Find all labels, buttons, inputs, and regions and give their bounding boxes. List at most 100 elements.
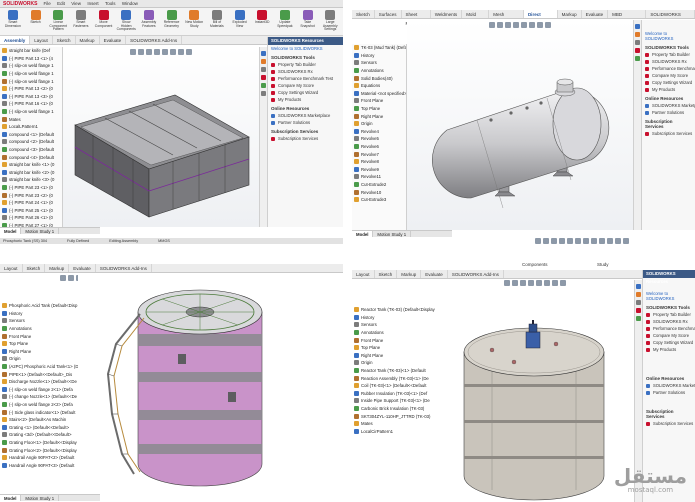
command-tab[interactable]: Markup: [397, 270, 422, 278]
tree-item[interactable]: Cut-Extrude2: [352, 181, 406, 189]
tree-item[interactable]: Rubber Insulation (TK-03)<1> (Def: [352, 390, 436, 398]
tree-item[interactable]: LocalCirPattern1: [352, 428, 436, 436]
tree-item[interactable]: Annotations: [0, 325, 78, 333]
tree-item[interactable]: (-) slip-on weld flange 2<1> (Defa: [0, 386, 78, 394]
study-label[interactable]: Study: [597, 262, 609, 267]
tree-item[interactable]: Reactor Tank (TK-03) (Default<Display: [352, 306, 436, 314]
tool-item[interactable]: My Products: [642, 86, 695, 93]
task-pane-tabs[interactable]: [633, 20, 641, 230]
ribbon-button[interactable]: Sketch: [26, 10, 46, 32]
command-tab[interactable]: Markup: [45, 264, 70, 272]
welcome-link[interactable]: Welcome to SOLIDWORKS: [643, 290, 695, 302]
tree-item[interactable]: Cut-Extrude3: [352, 196, 406, 204]
tree-item[interactable]: Revolve8: [352, 158, 406, 166]
tree-item[interactable]: compound <4> (Default: [0, 153, 62, 161]
tree-item[interactable]: Grating Floor<2> (Default<<Display: [0, 446, 78, 454]
tree-item[interactable]: Origin: [0, 355, 78, 363]
tree-item[interactable]: Solid Bodies(40): [352, 74, 406, 82]
tool-item[interactable]: My Products: [643, 346, 695, 353]
command-tab[interactable]: Sketch: [53, 36, 76, 44]
tool-item[interactable]: Performance Benchmark Test: [643, 325, 695, 332]
command-tab[interactable]: SOLIDWORKS Add-Ins: [96, 264, 152, 272]
ribbon-button[interactable]: Smart Fasteners: [71, 10, 91, 32]
tree-item[interactable]: Top Plane: [0, 340, 78, 348]
graphics-area[interactable]: [63, 47, 259, 227]
tree-item[interactable]: (-) change Nozzle<1> (Default<<De: [0, 393, 78, 401]
command-tab[interactable]: Direct Editing: [523, 10, 558, 26]
tab-model[interactable]: Model: [352, 231, 374, 237]
ribbon-button[interactable]: Show Hidden Components: [116, 10, 136, 32]
tab-motion-study[interactable]: Motion Study 1: [373, 231, 412, 237]
command-tab[interactable]: Surfaces: [375, 10, 402, 18]
command-tab[interactable]: Mesh Modeling: [489, 10, 524, 26]
tree-item[interactable]: Top Plane: [352, 344, 436, 352]
tree-item[interactable]: Top Plane: [352, 105, 406, 113]
tree-item[interactable]: (-) PIPE Part 25 <1> (0: [0, 206, 62, 214]
tree-item[interactable]: History: [0, 310, 78, 318]
tab-motion-study[interactable]: Motion Study 1: [21, 228, 60, 234]
command-tab[interactable]: Layout: [30, 36, 53, 44]
ribbon-button[interactable]: Instant3D: [252, 10, 272, 32]
status-units[interactable]: MMGS: [158, 238, 170, 244]
command-tab[interactable]: SOLIDWORKS Add-Ins: [448, 270, 504, 278]
tree-item[interactable]: Phosphoric Acid Tank (Default<Disp: [0, 302, 78, 310]
tree-item[interactable]: Right Plane: [352, 352, 436, 360]
tool-item[interactable]: Compare My Score: [268, 82, 343, 89]
command-tab[interactable]: Sketch: [352, 10, 375, 18]
menu-tools[interactable]: Tools: [105, 1, 116, 6]
components-label[interactable]: Components: [522, 262, 548, 267]
tree-item[interactable]: Reactor Tank (TK-03)<1> (Default: [352, 367, 436, 375]
feature-tree[interactable]: Reactor Tank (TK-03) (Default<Display His…: [352, 306, 436, 496]
tree-item[interactable]: Mates: [0, 115, 62, 123]
tree-item[interactable]: Stairs<2> (Default<As Machin: [0, 416, 78, 424]
tree-item[interactable]: Reaction Assembly (TK-03)<1> (De: [352, 374, 436, 382]
heads-up-toolbar[interactable]: [504, 280, 566, 286]
tree-item[interactable]: Grating <3d> (Default<<Default>: [0, 431, 78, 439]
command-tab[interactable]: Sheet Metal: [402, 10, 431, 26]
online-item[interactable]: SOLIDWORKS Marketplace: [268, 112, 343, 119]
tree-item[interactable]: Annotations: [352, 67, 406, 75]
tree-item[interactable]: Revolve9: [352, 166, 406, 174]
command-tab[interactable]: SOLIDWORKS Add-Ins: [646, 10, 695, 26]
tree-item[interactable]: (-) PIPE Part 13 <1> (4: [0, 55, 62, 63]
ribbon-button[interactable]: Smart Dimension: [3, 10, 23, 32]
online-item[interactable]: Partner Solutions: [268, 119, 343, 126]
subscription-item[interactable]: Subscription Services: [268, 135, 343, 142]
tree-item[interactable]: Mates: [352, 420, 436, 428]
tool-item[interactable]: SOLIDWORKS Rx: [643, 318, 695, 325]
ribbon-button[interactable]: Exploded View: [230, 10, 250, 32]
command-tab[interactable]: SOLIDWORKS Add-Ins: [126, 36, 183, 44]
ribbon-button[interactable]: Reference Geometry: [162, 10, 182, 32]
graphics-area[interactable]: [436, 280, 634, 502]
tool-item[interactable]: SOLIDWORKS Rx: [268, 68, 343, 75]
tab-model[interactable]: Model: [0, 228, 22, 234]
tree-item[interactable]: Sensors: [352, 321, 436, 329]
tree-item[interactable]: straight bar knife <2> (0: [0, 169, 62, 177]
tree-item[interactable]: Equations: [352, 82, 406, 90]
tree-item[interactable]: Coil (TK-03)<1> (Default<<Default: [352, 382, 436, 390]
tree-item[interactable]: (-) slip-on weld flange 1: [0, 62, 62, 70]
ribbon-button[interactable]: Large Assembly Settings: [320, 10, 340, 32]
welcome-link[interactable]: Welcome to SOLIDWORKS: [268, 45, 343, 52]
tree-item[interactable]: (-) PIPE Part 13 <3> (0: [0, 93, 62, 101]
ribbon-button[interactable]: Bill of Materials: [207, 10, 227, 32]
tree-item[interactable]: LocalLPattern1: [0, 123, 62, 131]
tool-item[interactable]: Performance Benchmark: [642, 65, 695, 72]
tool-item[interactable]: Compare My Score: [643, 332, 695, 339]
tree-item[interactable]: Right Plane: [0, 348, 78, 356]
tree-item[interactable]: Revolve5: [352, 135, 406, 143]
tree-item[interactable]: Revolve11: [352, 173, 406, 181]
tool-item[interactable]: Property Tab Builder: [642, 51, 695, 58]
tree-item[interactable]: (-) PIPE Part 26 <1> (0: [0, 214, 62, 222]
tree-item[interactable]: Grating Floor<1> (Default<<Display: [0, 439, 78, 447]
command-tab[interactable]: Sketch: [375, 270, 398, 278]
tree-item[interactable]: straight bar knife (Def: [0, 47, 62, 55]
tool-item[interactable]: Property Tab Builder: [268, 61, 343, 68]
online-item[interactable]: SOLIDWORKS Marketplace: [643, 382, 695, 389]
tree-item[interactable]: compound <3> (Default: [0, 146, 62, 154]
command-tab[interactable]: Mold Tools: [462, 10, 490, 26]
ribbon-button[interactable]: Assembly Features: [139, 10, 159, 32]
tree-item[interactable]: Revolve6: [352, 143, 406, 151]
menu-window[interactable]: Window: [122, 1, 138, 6]
online-item[interactable]: SOLIDWORKS Marketplace: [642, 102, 695, 109]
